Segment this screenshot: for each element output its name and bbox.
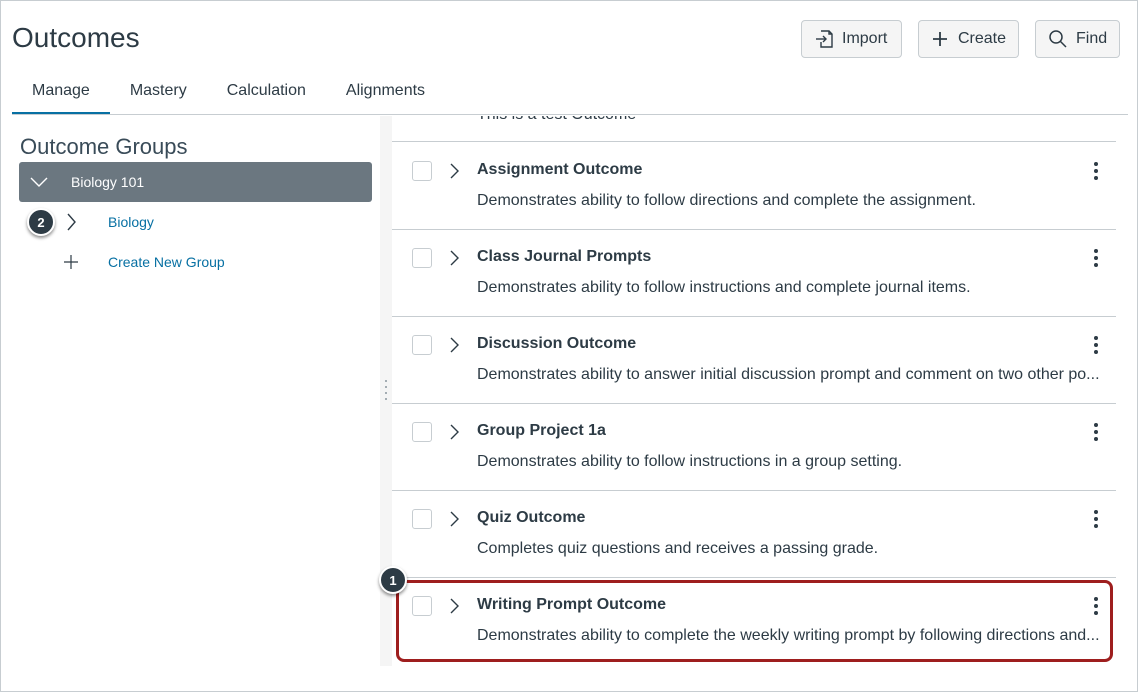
group-label: Biology 101 bbox=[71, 174, 145, 190]
outcome-title: Discussion Outcome bbox=[477, 335, 637, 352]
create-button[interactable]: Create bbox=[918, 20, 1019, 58]
drag-grip-icon bbox=[384, 380, 388, 400]
chevron-right-icon[interactable] bbox=[447, 422, 461, 442]
create-new-group-button[interactable]: Create New Group bbox=[62, 250, 225, 274]
partial-outcome-description: This is a test Outcome bbox=[477, 116, 636, 124]
more-options-icon[interactable] bbox=[1086, 595, 1106, 617]
group-item-biology[interactable]: Biology bbox=[62, 210, 154, 234]
import-icon bbox=[814, 29, 834, 49]
tab-alignments[interactable]: Alignments bbox=[326, 80, 445, 115]
more-options-icon[interactable] bbox=[1086, 334, 1106, 356]
outcome-description: Completes quiz questions and receives a … bbox=[477, 540, 879, 557]
search-icon bbox=[1048, 29, 1068, 49]
find-button[interactable]: Find bbox=[1035, 20, 1120, 58]
more-options-icon[interactable] bbox=[1086, 247, 1106, 269]
callout-badge-2: 2 bbox=[27, 208, 55, 236]
subgroup-link[interactable]: Biology bbox=[108, 214, 154, 230]
chevron-right-icon[interactable] bbox=[447, 161, 461, 181]
outcome-row: Quiz Outcome Completes quiz questions an… bbox=[392, 490, 1116, 577]
more-options-icon[interactable] bbox=[1086, 160, 1106, 182]
outcome-row: Assignment Outcome Demonstrates ability … bbox=[392, 142, 1116, 229]
plus-icon bbox=[62, 254, 80, 270]
outcome-checkbox[interactable] bbox=[412, 161, 432, 181]
outcome-groups-sidebar: Outcome Groups Biology 101 Biology Creat… bbox=[12, 116, 380, 666]
header-actions: Import Create Find bbox=[801, 20, 1120, 58]
callout-badge-1: 1 bbox=[379, 566, 407, 594]
outcome-title: Writing Prompt Outcome bbox=[477, 596, 667, 613]
outcome-title: Class Journal Prompts bbox=[477, 248, 652, 265]
outcome-description: Demonstrates ability to follow instructi… bbox=[477, 453, 903, 470]
tab-manage[interactable]: Manage bbox=[12, 80, 110, 115]
plus-icon bbox=[931, 29, 950, 49]
outcome-row-writing-prompt: Writing Prompt Outcome Demonstrates abil… bbox=[392, 577, 1116, 664]
outcome-description: Demonstrates ability to answer initial d… bbox=[477, 366, 1100, 383]
create-label: Create bbox=[957, 30, 1006, 47]
outcomes-list: This is a test Outcome Assignment Outcom… bbox=[392, 116, 1116, 666]
outcome-row: Group Project 1a Demonstrates ability to… bbox=[392, 403, 1116, 490]
tab-mastery[interactable]: Mastery bbox=[110, 80, 207, 115]
find-label: Find bbox=[1076, 30, 1108, 47]
outcome-title: Quiz Outcome bbox=[477, 509, 586, 526]
outcome-checkbox[interactable] bbox=[412, 248, 432, 268]
import-label: Import bbox=[842, 30, 888, 47]
create-new-group-label: Create New Group bbox=[108, 254, 225, 270]
tab-divider bbox=[12, 114, 1128, 115]
outcome-title: Group Project 1a bbox=[477, 422, 606, 439]
group-item-biology-101[interactable]: Biology 101 bbox=[19, 162, 372, 202]
outcome-description: Demonstrates ability to follow direction… bbox=[477, 192, 976, 209]
outcome-checkbox[interactable] bbox=[412, 596, 432, 616]
chevron-right-icon[interactable] bbox=[447, 248, 461, 268]
outcome-checkbox[interactable] bbox=[412, 422, 432, 442]
outcome-title: Assignment Outcome bbox=[477, 161, 643, 178]
chevron-right-icon bbox=[62, 213, 80, 231]
tab-calculation[interactable]: Calculation bbox=[207, 80, 326, 115]
chevron-right-icon[interactable] bbox=[447, 596, 461, 616]
chevron-right-icon[interactable] bbox=[447, 509, 461, 529]
sidebar-heading: Outcome Groups bbox=[20, 134, 188, 159]
more-options-icon[interactable] bbox=[1086, 421, 1106, 443]
tab-bar: Manage Mastery Calculation Alignments bbox=[12, 80, 445, 115]
chevron-right-icon[interactable] bbox=[447, 335, 461, 355]
outcome-description: Demonstrates ability to follow instructi… bbox=[477, 279, 971, 296]
outcome-checkbox[interactable] bbox=[412, 509, 432, 529]
chevron-down-icon bbox=[21, 176, 57, 188]
outcome-row: Discussion Outcome Demonstrates ability … bbox=[392, 316, 1116, 403]
outcome-description: Demonstrates ability to complete the wee… bbox=[477, 627, 1100, 644]
import-button[interactable]: Import bbox=[801, 20, 902, 58]
page-title: Outcomes bbox=[12, 22, 140, 53]
outcome-checkbox[interactable] bbox=[412, 335, 432, 355]
outcome-row: Class Journal Prompts Demonstrates abili… bbox=[392, 229, 1116, 316]
more-options-icon[interactable] bbox=[1086, 508, 1106, 530]
